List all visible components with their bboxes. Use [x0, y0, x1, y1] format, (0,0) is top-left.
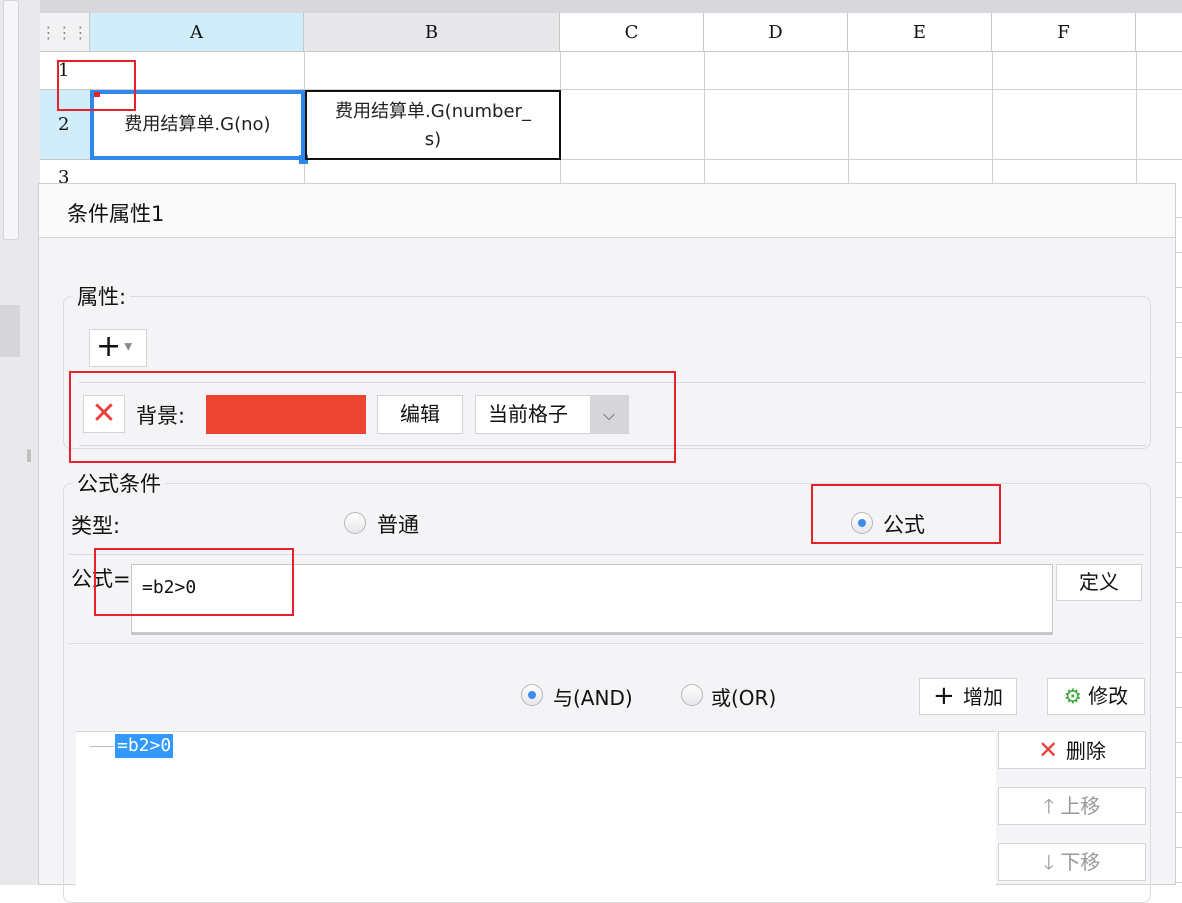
column-header-b[interactable]: B: [304, 13, 560, 52]
type-radio-normal[interactable]: [344, 512, 366, 534]
arrow-up-icon: 🡑: [1043, 794, 1061, 818]
add-condition-button[interactable]: + 增加: [919, 678, 1017, 715]
annotation-highlight: [811, 484, 1001, 544]
grid-line: [704, 52, 705, 183]
plus-icon: +: [96, 329, 122, 364]
select-all-corner[interactable]: ⋮⋮⋮: [40, 13, 90, 52]
tree-connector: [90, 746, 114, 747]
column-header-f[interactable]: F: [992, 13, 1136, 52]
column-header-g[interactable]: [1136, 13, 1182, 52]
logic-radio-and-label[interactable]: 与(AND): [553, 682, 633, 711]
grid-line: [848, 52, 849, 183]
radio-icon: [681, 684, 703, 706]
modify-label: 修改: [1088, 684, 1129, 708]
annotation-highlight: [69, 371, 676, 463]
define-button[interactable]: 定义: [1056, 564, 1142, 601]
modify-button[interactable]: ⚙ 修改: [1047, 678, 1145, 715]
formula-condition-label: 公式条件: [73, 468, 165, 498]
sheet-top-bar: [40, 0, 1182, 13]
grid-line: [1136, 52, 1137, 183]
dropdown-arrow-icon: ▼: [121, 341, 133, 353]
plus-icon: +: [932, 681, 964, 711]
properties-label: 属性:: [73, 281, 131, 311]
grid-line: [992, 52, 993, 183]
condition-list[interactable]: =b2>0: [76, 731, 996, 891]
move-up-button[interactable]: 🡑 上移: [998, 787, 1146, 825]
column-header-d[interactable]: D: [704, 13, 848, 52]
column-header-a[interactable]: A: [90, 13, 304, 52]
gear-edit-icon: ⚙: [1063, 684, 1089, 708]
annotation-highlight: [57, 60, 136, 111]
delete-label: 删除: [1065, 739, 1106, 763]
logic-radio-or[interactable]: [681, 684, 703, 706]
column-header-e[interactable]: E: [848, 13, 992, 52]
add-property-button[interactable]: + ▼: [89, 329, 147, 367]
divider: [69, 643, 1144, 644]
condition-item[interactable]: =b2>0: [115, 734, 174, 758]
delete-button[interactable]: ✕ 删除: [998, 731, 1146, 769]
cell-b2-line2: s): [424, 129, 442, 150]
condition-properties-dialog: 条件属性1 属性: + ▼ ✕ 背景: 编辑 当前格子 ⌵ 公式条件 类型: 普通…: [38, 183, 1176, 903]
left-scrollbar[interactable]: [3, 0, 19, 240]
radio-selected-icon: [521, 684, 543, 706]
dialog-title: 条件属性1: [39, 184, 1175, 238]
cell-b2-line1: 费用结算单.G(number_: [335, 101, 531, 122]
arrow-down-icon: 🡓: [1043, 850, 1061, 874]
grid-edge: [1176, 183, 1182, 885]
column-header-c[interactable]: C: [560, 13, 704, 52]
move-up-label: 上移: [1060, 794, 1101, 818]
radio-icon: [344, 512, 366, 534]
add-condition-label: 增加: [963, 685, 1004, 709]
type-label: 类型:: [71, 514, 121, 538]
cell-b2[interactable]: 费用结算单.G(number_ s): [305, 90, 561, 160]
logic-radio-and[interactable]: [521, 684, 543, 706]
close-icon: ✕: [1038, 736, 1066, 764]
splitter-handle[interactable]: ‖: [26, 448, 32, 462]
annotation-highlight: [94, 548, 294, 616]
left-panel-tab[interactable]: [0, 305, 20, 357]
move-down-label: 下移: [1060, 850, 1101, 874]
row-header-3[interactable]: 3: [40, 160, 90, 188]
logic-radio-or-label[interactable]: 或(OR): [711, 682, 776, 711]
move-down-button[interactable]: 🡓 下移: [998, 843, 1146, 881]
type-radio-normal-label[interactable]: 普通: [377, 509, 419, 539]
